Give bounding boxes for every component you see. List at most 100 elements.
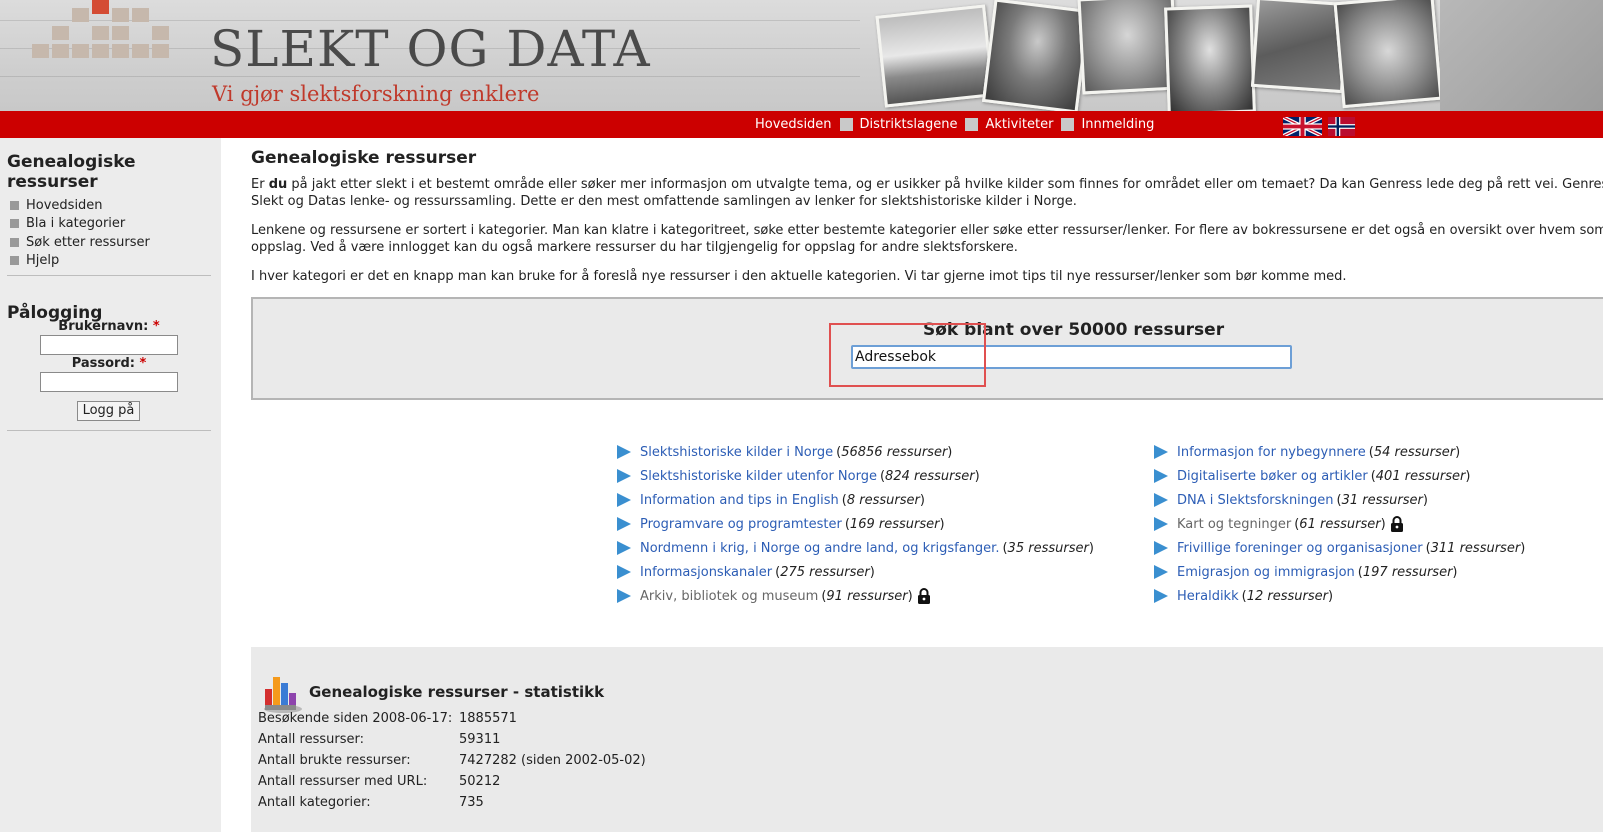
- category-item[interactable]: DNA i Slektsforskningen (31 ressurser): [1153, 488, 1525, 512]
- woman-portrait-photo: [982, 0, 1090, 111]
- category-count: (169 ressurser): [844, 516, 945, 532]
- sidebar-item-label[interactable]: Hovedsiden: [26, 198, 103, 213]
- category-link[interactable]: Frivillige foreninger og organisasjoner: [1177, 541, 1423, 556]
- category-link[interactable]: Kart og tegninger: [1177, 517, 1291, 532]
- play-arrow-icon: [617, 565, 631, 579]
- logo-mark-icon[interactable]: [32, 0, 177, 70]
- family-photo: [1333, 0, 1443, 109]
- nav-distriktslagene[interactable]: Distriktslagene: [860, 117, 958, 132]
- category-item[interactable]: Slektshistoriske kilder utenfor Norge (82…: [616, 464, 1094, 488]
- category-item[interactable]: Frivillige foreninger og organisasjoner(…: [1153, 536, 1525, 560]
- church-photo: [875, 4, 995, 108]
- sidebar-resources-heading: Genealogiske ressurser: [7, 152, 136, 192]
- required-marker: *: [139, 356, 147, 371]
- stat-value: 59311: [459, 732, 501, 747]
- lock-icon: [917, 588, 930, 604]
- site-title[interactable]: SLEKT OG DATA: [210, 20, 651, 78]
- category-item[interactable]: Informasjonskanaler (275 ressurser): [616, 560, 1094, 584]
- password-input[interactable]: [40, 372, 178, 392]
- play-arrow-icon: [617, 445, 631, 459]
- sidebar-item-bla-i-kategorier[interactable]: Bla i kategorier: [10, 215, 150, 234]
- category-link[interactable]: Arkiv, bibliotek og museum: [640, 589, 818, 604]
- category-item[interactable]: Programvare og programtester (169 ressurs…: [616, 512, 1094, 536]
- category-link[interactable]: Nordmenn i krig, i Norge og andre land, …: [640, 541, 999, 556]
- category-link[interactable]: Digitaliserte bøker og artikler: [1177, 469, 1368, 484]
- sidebar-item-hjelp[interactable]: Hjelp: [10, 252, 150, 271]
- sidebar-item-label[interactable]: Hjelp: [26, 253, 59, 268]
- site-tagline: Vi gjør slektsforskning enklere: [212, 82, 540, 106]
- category-count: (35 ressurser): [1002, 540, 1094, 556]
- suggest-paragraph: I hver kategori er det en knapp man kan …: [251, 269, 1347, 284]
- category-count-value: 401 ressurser: [1375, 468, 1466, 484]
- sidebar-item-sok-etter-ressurser[interactable]: Søk etter ressurser: [10, 233, 150, 252]
- category-count-value: 275 ressurser: [780, 564, 870, 580]
- play-arrow-icon: [1154, 469, 1168, 483]
- sidebar-menu: Hovedsiden Bla i kategorier Søk etter re…: [10, 196, 150, 270]
- play-arrow-icon: [617, 493, 631, 507]
- category-item[interactable]: Digitaliserte bøker og artikler (401 ress…: [1153, 464, 1525, 488]
- category-count-value: 61 ressurser: [1299, 516, 1381, 532]
- uk-flag-icon[interactable]: [1283, 117, 1322, 136]
- category-count-value: 8 ressurser: [846, 492, 920, 508]
- category-link[interactable]: Slektshistoriske kilder utenfor Norge: [640, 469, 877, 484]
- sidebar-divider: [7, 430, 211, 431]
- category-count: (401 ressurser): [1370, 468, 1471, 484]
- stat-value: 50212: [459, 774, 501, 789]
- category-item[interactable]: Emigrasjon og immigrasjon (197 ressurser): [1153, 560, 1525, 584]
- category-link[interactable]: Information and tips in English: [640, 493, 839, 508]
- category-link[interactable]: Informasjon for nybegynnere: [1177, 445, 1366, 460]
- category-count: (61 ressurser): [1294, 516, 1386, 532]
- category-item[interactable]: Slektshistoriske kilder i Norge (56856 re…: [616, 440, 1094, 464]
- stat-value: 7427282 (siden 2002-05-02): [459, 753, 646, 768]
- category-item[interactable]: Heraldikk (12 ressurser): [1153, 584, 1525, 608]
- stat-label: Antall kategorier:: [258, 795, 371, 810]
- nav-hovedsiden[interactable]: Hovedsiden: [755, 117, 832, 132]
- intro-paragraph-line-2: Slekt og Datas lenke- og ressurssamling.…: [251, 194, 1077, 209]
- category-item[interactable]: Kart og tegninger (61 ressurser): [1153, 512, 1525, 536]
- username-input[interactable]: [40, 335, 178, 355]
- lock-icon: [1390, 516, 1403, 532]
- category-link[interactable]: Informasjonskanaler: [640, 565, 772, 580]
- login-button[interactable]: Logg på: [77, 401, 140, 421]
- bullet-icon: [10, 256, 19, 266]
- children-photo: [1077, 0, 1179, 95]
- category-count-value: 31 ressurser: [1341, 492, 1423, 508]
- category-list-left: Slektshistoriske kilder i Norge (56856 re…: [616, 440, 1094, 608]
- nav-aktiviteter[interactable]: Aktiviteter: [985, 117, 1053, 132]
- stat-value: 735: [459, 795, 484, 810]
- nav-innmelding[interactable]: Innmelding: [1081, 117, 1154, 132]
- category-list-right: Informasjon for nybegynnere (54 ressurser…: [1153, 440, 1525, 608]
- category-count: (31 ressurser): [1336, 492, 1428, 508]
- intro-emphasis: du: [268, 177, 288, 192]
- category-count-value: 54 ressurser: [1373, 444, 1456, 460]
- sidebar-divider: [7, 275, 211, 276]
- username-label-text: Brukernavn:: [58, 319, 149, 334]
- category-count-value: 56856 ressurser: [841, 444, 948, 460]
- category-link[interactable]: Programvare og programtester: [640, 517, 842, 532]
- category-item[interactable]: Arkiv, bibliotek og museum (91 ressurser): [616, 584, 1094, 608]
- bullet-icon: [10, 200, 19, 210]
- password-label: Passord: *: [24, 356, 194, 371]
- bullet-icon: [10, 219, 19, 229]
- sidebar-item-label[interactable]: Bla i kategorier: [26, 216, 125, 231]
- category-count-value: 824 ressurser: [885, 468, 975, 484]
- category-item[interactable]: Information and tips in English (8 ressur…: [616, 488, 1094, 512]
- category-item[interactable]: Informasjon for nybegynnere (54 ressurser…: [1153, 440, 1525, 464]
- category-count-value: 169 ressurser: [849, 516, 940, 532]
- category-link[interactable]: DNA i Slektsforskningen: [1177, 493, 1334, 508]
- category-link[interactable]: Heraldikk: [1177, 589, 1239, 604]
- search-highlight-box: [829, 323, 986, 387]
- stat-label: Antall ressurser med URL:: [258, 774, 428, 789]
- stat-label: Antall ressurser:: [258, 732, 365, 747]
- nav-separator: [1061, 118, 1075, 131]
- username-label: Brukernavn: *: [24, 319, 194, 334]
- sidebar-item-hovedsiden[interactable]: Hovedsiden: [10, 196, 150, 215]
- sidebar-item-label[interactable]: Søk etter ressurser: [26, 235, 150, 250]
- category-link[interactable]: Slektshistoriske kilder i Norge: [640, 445, 833, 460]
- category-count: (197 ressurser): [1357, 564, 1458, 580]
- category-link[interactable]: Emigrasjon og immigrasjon: [1177, 565, 1355, 580]
- category-item[interactable]: Nordmenn i krig, i Norge og andre land, …: [616, 536, 1094, 560]
- play-arrow-icon: [1154, 517, 1168, 531]
- categories-paragraph-line-1: Lenkene og ressursene er sortert i kateg…: [251, 223, 1603, 238]
- norway-flag-icon[interactable]: [1328, 117, 1355, 136]
